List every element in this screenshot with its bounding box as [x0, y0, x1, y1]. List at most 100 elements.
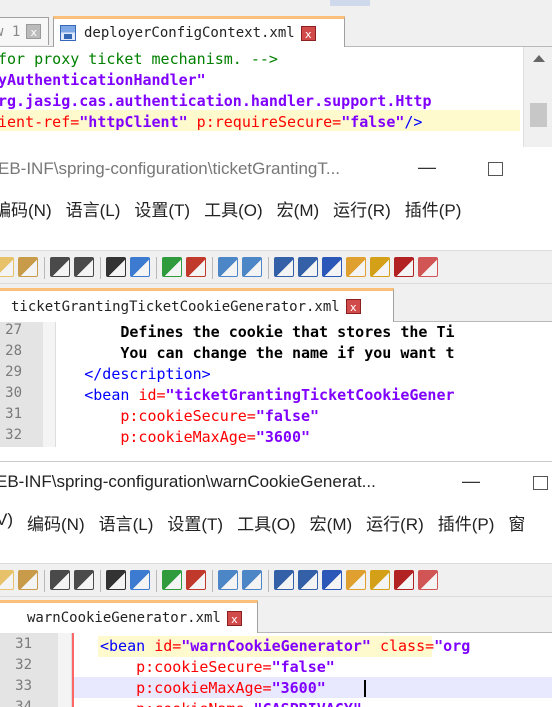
map-icon[interactable] [370, 570, 390, 590]
window-title: EB-INF\spring-configuration\warnCookieGe… [0, 472, 376, 491]
code-token: "false" [255, 407, 320, 425]
code-token: id= [154, 637, 182, 655]
vertical-scrollbar[interactable] [523, 47, 552, 147]
cut-icon[interactable] [0, 257, 14, 277]
zoom-in-icon[interactable] [162, 570, 182, 590]
pane1-tab-strip: w 1 x deployerConfigContext.xml x [0, 0, 552, 47]
code-token: "org [434, 637, 471, 655]
gap [0, 537, 552, 563]
cut-icon[interactable] [0, 570, 14, 590]
map-icon[interactable] [370, 257, 390, 277]
toolbar-separator [268, 570, 269, 592]
close-icon[interactable]: x [345, 299, 361, 314]
code-line: ient-ref="httpClient" p:requireSecure="f… [0, 112, 422, 133]
close-icon[interactable]: x [300, 25, 316, 41]
menu-item[interactable]: 语言(L) [99, 510, 154, 535]
indent-guide-icon[interactable] [322, 570, 342, 590]
code-token: "3600" [255, 428, 311, 446]
undo-icon[interactable] [50, 257, 70, 277]
scroll-up-arrow[interactable] [533, 55, 545, 62]
replace-icon[interactable] [130, 570, 150, 590]
tab-new-1[interactable]: w 1 x [0, 17, 49, 45]
sync-v-icon[interactable] [218, 257, 238, 277]
line-number: 33 [15, 678, 32, 694]
window3-toolbar [0, 563, 552, 597]
panel-icon[interactable] [418, 257, 438, 277]
menu-item[interactable]: 工具(O) [237, 510, 296, 535]
menu-item[interactable]: 工具(O) [204, 196, 263, 221]
maximize-button[interactable] [488, 162, 503, 176]
minimize-button[interactable]: — [418, 157, 436, 178]
minimize-button[interactable]: — [462, 471, 480, 492]
code-token: "false" [341, 113, 405, 131]
code-token: <bean [12, 386, 139, 404]
folder-icon[interactable] [346, 257, 366, 277]
menu-item[interactable]: 运行(R) [333, 196, 391, 221]
replace-icon[interactable] [130, 257, 150, 277]
close-icon[interactable]: x [26, 24, 42, 39]
window3-editor[interactable]: 31 32 33 34 <bean id="warnCookieGenerator" … [0, 633, 552, 707]
zoom-out-icon[interactable] [186, 570, 206, 590]
tab-deployer-config-context[interactable]: deployerConfigContext.xml x [53, 16, 345, 47]
code-token: p:cookieSecure= [12, 407, 256, 425]
menu-item[interactable]: 宏(M) [310, 510, 352, 535]
code-token: "3600" [271, 679, 326, 697]
tab-ticket-granting-ticket-cookie-generator[interactable]: ticketGrantingTicketCookieGenerator.xml … [0, 288, 394, 322]
word-wrap-icon[interactable] [274, 570, 294, 590]
code-line: </description> [12, 364, 210, 385]
redo-icon[interactable] [74, 257, 94, 277]
function-list-icon[interactable] [394, 570, 414, 590]
show-all-chars-icon[interactable] [298, 257, 318, 277]
find-icon[interactable] [106, 570, 126, 590]
show-all-chars-icon[interactable] [298, 570, 318, 590]
tab-label: w 1 [0, 23, 21, 40]
function-list-icon[interactable] [394, 257, 414, 277]
menu-item[interactable]: 设置(T) [134, 196, 190, 221]
tab-warn-cookie-generator[interactable]: warnCookieGenerator.xml x [0, 600, 258, 633]
zoom-in-icon[interactable] [162, 257, 182, 277]
menu-item[interactable]: 宏(M) [277, 196, 319, 221]
sync-h-icon[interactable] [242, 570, 262, 590]
panel-icon[interactable] [418, 570, 438, 590]
menu-item[interactable]: 窗 [508, 510, 525, 535]
code-line: p:cookieMaxAge="3600" [100, 678, 326, 699]
paste-icon[interactable] [18, 257, 38, 277]
sync-v-icon[interactable] [218, 570, 238, 590]
save-icon [60, 25, 76, 41]
menu-item[interactable]: 运行(R) [366, 510, 424, 535]
scroll-thumb[interactable] [530, 103, 547, 127]
code-line: <bean id="ticketGrantingTicketCookieGene… [12, 385, 454, 406]
code-token: <bean [100, 637, 155, 655]
code-token: p:cookieMaxAge= [100, 679, 272, 697]
code-line: p:cookieMaxAge="3600" [12, 427, 310, 448]
indent-guide-icon[interactable] [322, 257, 342, 277]
close-icon[interactable]: x [226, 610, 242, 626]
code-token: id= [138, 386, 166, 404]
menu-item[interactable]: V) [0, 510, 13, 530]
folder-icon[interactable] [346, 570, 366, 590]
window2-toolbar [0, 250, 552, 284]
code-line: yAuthenticationHandler" [0, 70, 206, 91]
tab-label: deployerConfigContext.xml [84, 25, 295, 41]
find-icon[interactable] [106, 257, 126, 277]
menu-item[interactable]: 编码(N) [0, 196, 52, 221]
zoom-out-icon[interactable] [186, 257, 206, 277]
sync-h-icon[interactable] [242, 257, 262, 277]
code-line: You can change the name if you want t [12, 343, 454, 364]
paste-icon[interactable] [18, 570, 38, 590]
menu-item[interactable]: 插件(P) [405, 196, 462, 221]
menu-item[interactable]: 语言(L) [66, 196, 121, 221]
code-token: "warnCookieGenerator" [181, 637, 371, 655]
code-token: rg.jasig.cas.authentication.handler.supp… [0, 92, 432, 110]
redo-icon[interactable] [74, 570, 94, 590]
maximize-button[interactable] [533, 476, 548, 490]
toolbar-separator [156, 570, 157, 592]
window2-editor[interactable]: 27 28 29 30 31 32 Defines the cookie that sto… [0, 322, 552, 447]
word-wrap-icon[interactable] [274, 257, 294, 277]
pane1-editor[interactable]: for proxy ticket mechanism. --> yAuthenti… [0, 47, 552, 147]
menu-item[interactable]: 设置(T) [167, 510, 223, 535]
menu-item[interactable]: 编码(N) [27, 510, 85, 535]
menu-item[interactable]: 插件(P) [438, 510, 495, 535]
fold-margin [58, 633, 72, 707]
undo-icon[interactable] [50, 570, 70, 590]
